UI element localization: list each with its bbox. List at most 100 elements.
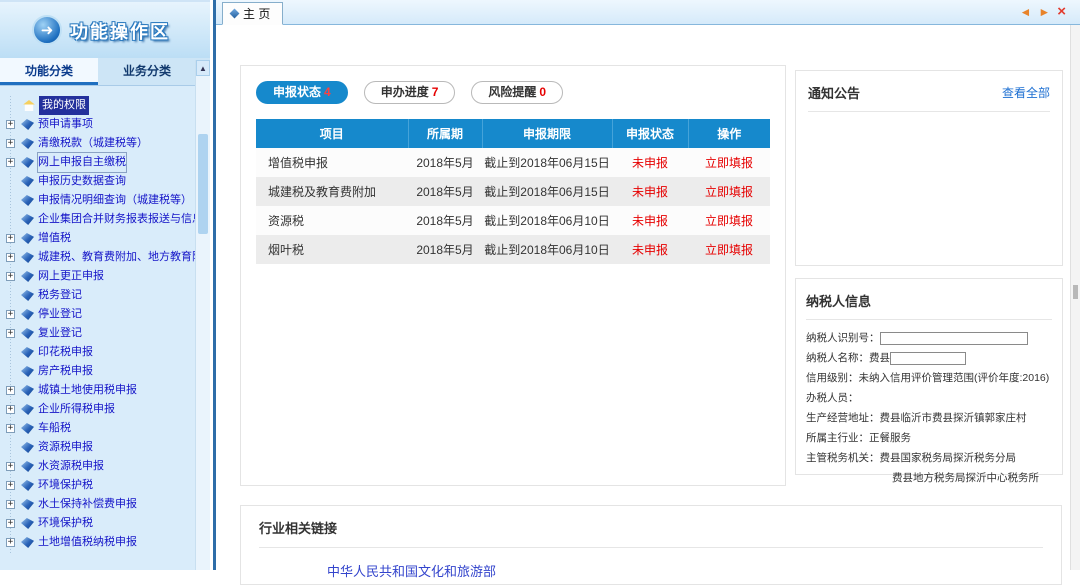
main-scroll-thumb[interactable] — [1073, 285, 1078, 299]
cell-deadline: 截止到2018年06月15日 — [482, 177, 612, 206]
taxpayer-panel: 纳税人信息 纳税人识别号：纳税人名称：费县信用级别：未纳入信用评价管理范围(评价… — [795, 278, 1063, 475]
sidebar-tree-item[interactable]: + 停业登记 — [0, 305, 210, 324]
sidebar-tree-item[interactable]: + 申报历史数据查询 — [0, 172, 210, 191]
cell-item: 资源税 — [256, 206, 408, 235]
book-icon — [21, 442, 34, 453]
tree-item-label: 土地增值税纳税申报 — [38, 533, 137, 552]
sidebar-tree-item[interactable]: + 网上更正申报 — [0, 267, 210, 286]
expand-plus-icon[interactable]: + — [6, 158, 15, 167]
book-icon — [21, 214, 34, 225]
book-icon — [21, 309, 34, 320]
expand-plus-icon[interactable]: + — [6, 386, 15, 395]
tree-item-label: 清缴税款（城建税等） — [38, 134, 148, 153]
cell-item: 增值税申报 — [256, 148, 408, 177]
tab-business-category[interactable]: 业务分类 — [98, 58, 196, 85]
scroll-up-icon[interactable]: ▲ — [196, 60, 210, 76]
tab-home-label: 主 页 — [243, 5, 270, 22]
tree-item-label: 申报情况明细查询（城建税等） — [38, 191, 192, 210]
sidebar-tree-item[interactable]: + 烟叶税申报 — [0, 552, 210, 554]
tree-item-label: 水土保持补偿费申报 — [38, 495, 137, 514]
expand-plus-icon[interactable]: + — [6, 139, 15, 148]
sidebar-title: 功能操作区 — [70, 18, 170, 44]
fill-now-link[interactable]: 立即填报 — [688, 235, 770, 264]
tab-scroll-right-icon[interactable]: ► — [1038, 3, 1050, 21]
sidebar-tree-item[interactable]: + 企业所得税申报 — [0, 400, 210, 419]
sidebar-tree-item[interactable]: + 申报情况明细查询（城建税等） — [0, 191, 210, 210]
expand-plus-icon[interactable]: + — [6, 329, 15, 338]
declaration-tab[interactable]: 申报状态4 — [256, 81, 348, 104]
sidebar-scrollbar[interactable]: ▲ — [195, 60, 210, 570]
expand-plus-icon[interactable]: + — [6, 462, 15, 471]
column-header: 申报期限 — [482, 119, 612, 148]
expand-plus-icon[interactable]: + — [6, 234, 15, 243]
declaration-tabs: 申报状态4 申办进度7 风险提醒0 — [256, 81, 770, 104]
expand-plus-icon[interactable]: + — [6, 310, 15, 319]
book-icon — [21, 195, 34, 206]
expand-plus-icon[interactable]: + — [6, 272, 15, 281]
fill-now-link[interactable]: 立即填报 — [688, 148, 770, 177]
field-value: 费县国家税务局探沂税务分局 — [880, 452, 1017, 464]
window-controls: ◄ ► × — [1019, 3, 1066, 21]
sidebar-tree-item[interactable]: + 车船税 — [0, 419, 210, 438]
field-value: 费县 — [869, 352, 890, 364]
expand-plus-icon[interactable]: + — [6, 120, 15, 129]
field-label: 纳税人识别号： — [806, 332, 880, 344]
sidebar-tree-item[interactable]: + 网上申报自主缴税 — [0, 153, 210, 172]
close-tab-icon[interactable]: × — [1057, 3, 1066, 21]
expand-plus-icon[interactable]: + — [6, 253, 15, 262]
sidebar-tree-item[interactable]: + 环境保护税 — [0, 514, 210, 533]
tree-item-label: 水资源税申报 — [38, 457, 104, 476]
sidebar-scroll-thumb[interactable] — [198, 134, 208, 234]
pill-label: 风险提醒 — [488, 85, 536, 99]
sidebar-tree-item[interactable]: + 税务登记 — [0, 286, 210, 305]
table-row: 资源税2018年5月截止到2018年06月10日未申报立即填报 — [256, 206, 770, 235]
sidebar-tree-item[interactable]: + 复业登记 — [0, 324, 210, 343]
expand-plus-icon[interactable]: + — [6, 519, 15, 528]
cell-period: 2018年5月 — [408, 148, 482, 177]
tab-home[interactable]: 主 页 — [222, 2, 283, 25]
field-value: 正餐服务 — [869, 432, 911, 444]
home-icon — [23, 100, 35, 111]
expand-plus-icon[interactable]: + — [6, 405, 15, 414]
book-icon — [21, 157, 34, 168]
expand-plus-icon[interactable]: + — [6, 481, 15, 490]
industry-link[interactable]: 中华人民共和国文化和旅游部 — [327, 561, 496, 580]
sidebar-tabs: 功能分类 业务分类 — [0, 58, 210, 86]
sidebar-tree-item[interactable]: + 预申请事项 — [0, 115, 210, 134]
sidebar-tree-item[interactable]: + 企业集团合并财务报表报送与信息采集 — [0, 210, 210, 229]
sidebar-tree-item[interactable]: + 增值税 — [0, 229, 210, 248]
fill-now-link[interactable]: 立即填报 — [688, 177, 770, 206]
pill-count-badge: 4 — [324, 85, 331, 99]
tree-item-label: 印花税申报 — [38, 343, 93, 362]
sidebar-tree-item[interactable]: + 房产税申报 — [0, 362, 210, 381]
sidebar-tree-item[interactable]: + 我的权限 — [0, 96, 210, 115]
sidebar-tree-item[interactable]: + 资源税申报 — [0, 438, 210, 457]
sidebar-tree-item[interactable]: + 城建税、教育费附加、地方教育附加税（ — [0, 248, 210, 267]
tree-item-label: 申报历史数据查询 — [38, 172, 126, 191]
fill-now-link[interactable]: 立即填报 — [688, 206, 770, 235]
main-scrollbar[interactable] — [1070, 25, 1080, 570]
sidebar-tree-item[interactable]: + 水资源税申报 — [0, 457, 210, 476]
view-all-link[interactable]: 查看全部 — [1002, 84, 1050, 101]
book-icon — [21, 347, 34, 358]
sidebar-tree-item[interactable]: + 水土保持补偿费申报 — [0, 495, 210, 514]
tree-item-label: 我的权限 — [39, 96, 89, 115]
table-body: 增值税申报2018年5月截止到2018年06月15日未申报立即填报城建税及教育费… — [256, 148, 770, 264]
sidebar-tree-item[interactable]: + 清缴税款（城建税等） — [0, 134, 210, 153]
sidebar-tree-item[interactable]: + 土地增值税纳税申报 — [0, 533, 210, 552]
book-icon — [21, 423, 34, 434]
sidebar-tree-item[interactable]: + 印花税申报 — [0, 343, 210, 362]
field-label: 办税人员： — [806, 392, 859, 404]
declaration-tab[interactable]: 申办进度7 — [364, 81, 456, 104]
expand-plus-icon[interactable]: + — [6, 424, 15, 433]
tree-item-label: 增值税 — [38, 229, 71, 248]
expand-plus-icon[interactable]: + — [6, 538, 15, 547]
tab-scroll-left-icon[interactable]: ◄ — [1019, 3, 1031, 21]
declaration-tab[interactable]: 风险提醒0 — [471, 81, 563, 104]
tab-function-category[interactable]: 功能分类 — [0, 58, 98, 85]
sidebar-tree: + 我的权限 + 预申请事项 + 清缴税款（城建税等） + 网上申报自主缴税 +… — [0, 86, 210, 554]
expand-plus-icon[interactable]: + — [6, 500, 15, 509]
sidebar-tree-item[interactable]: + 城镇土地使用税申报 — [0, 381, 210, 400]
cell-item: 城建税及教育费附加 — [256, 177, 408, 206]
sidebar-tree-item[interactable]: + 环境保护税 — [0, 476, 210, 495]
